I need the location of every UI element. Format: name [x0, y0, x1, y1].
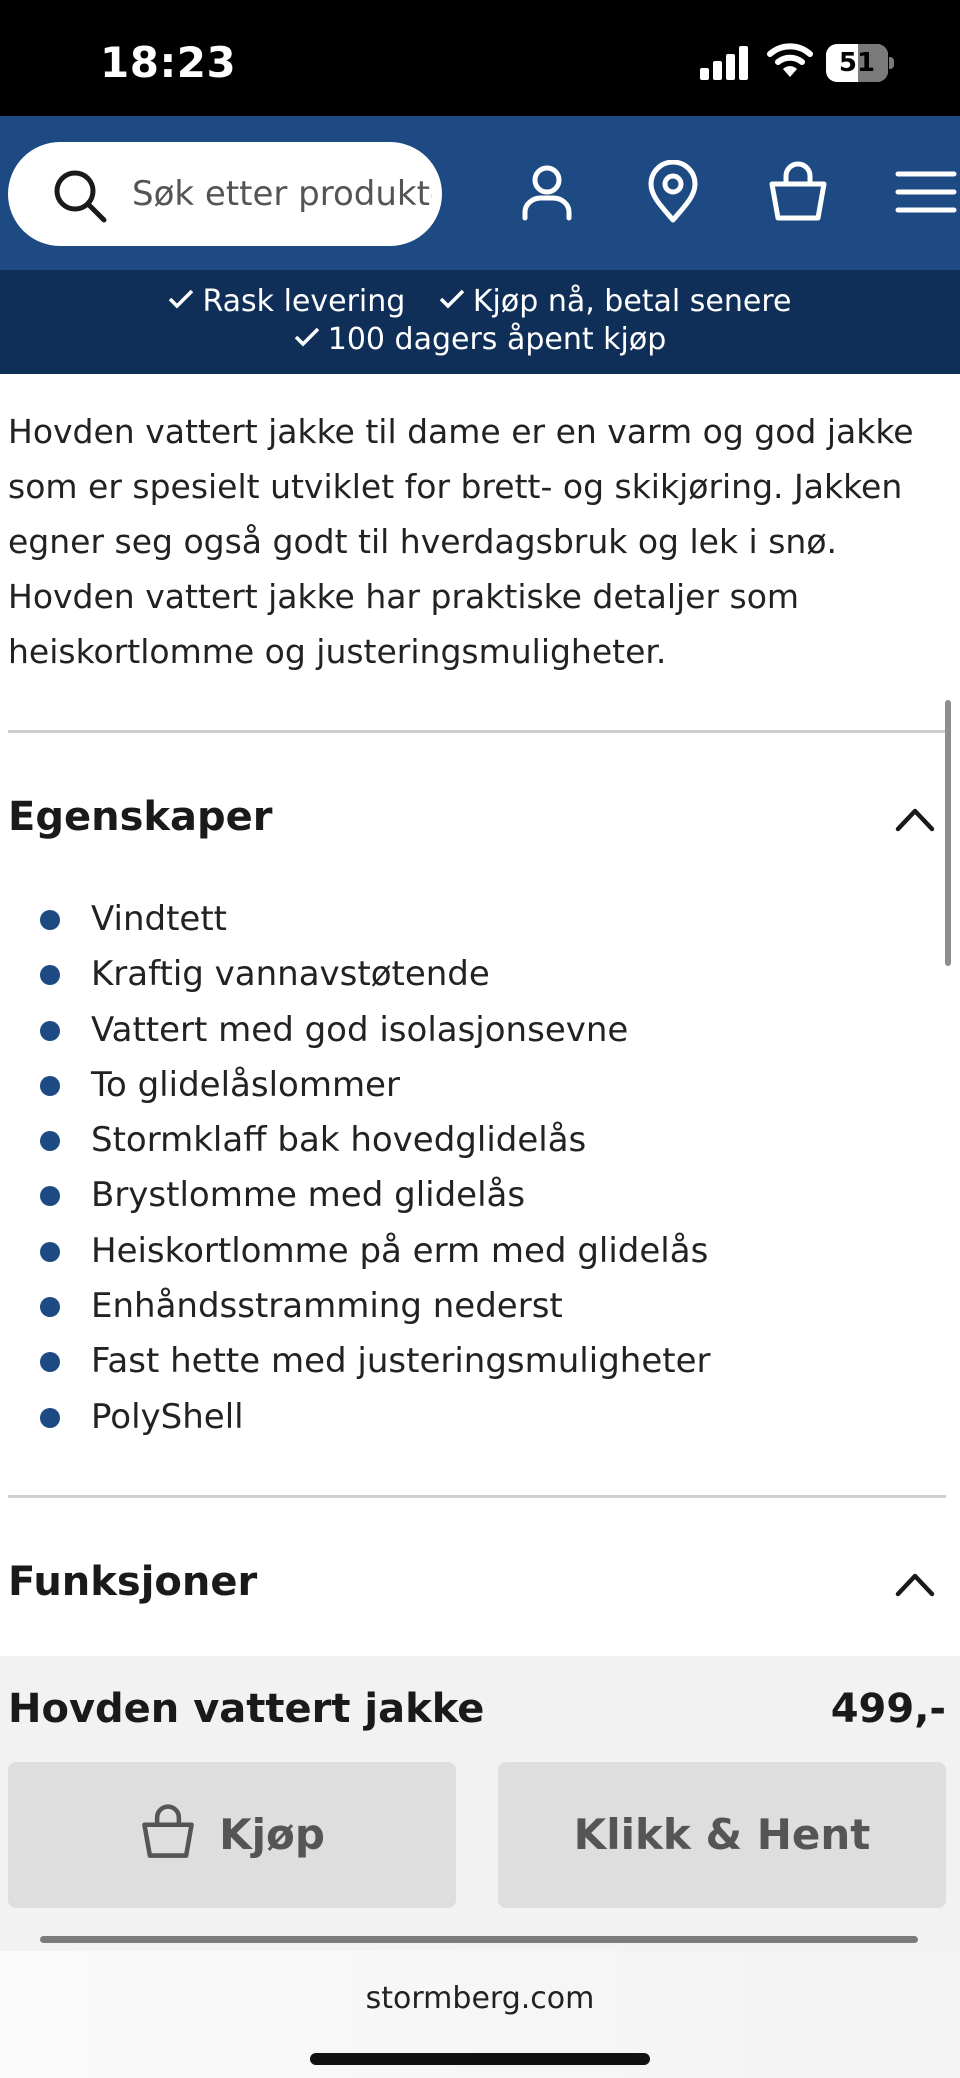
click-and-collect-button[interactable]: Klikk & Hent — [498, 1762, 946, 1908]
features-list: Vindtett Kraftig vannavstøtende Vattert … — [0, 892, 960, 1445]
list-item: PolyShell — [0, 1390, 960, 1445]
buy-button-label: Kjøp — [219, 1810, 325, 1859]
chevron-up-icon[interactable] — [894, 1570, 936, 1598]
bullet — [40, 1131, 60, 1152]
bullet — [40, 1020, 60, 1041]
usp-label: Rask levering — [202, 284, 406, 319]
cart-icon[interactable] — [766, 160, 830, 224]
functions-section-header[interactable]: Funksjoner — [8, 1559, 257, 1605]
usp-label: 100 dagers åpent kjøp — [327, 322, 667, 357]
battery-level: 51 — [838, 48, 876, 78]
store-location-icon[interactable] — [641, 160, 705, 224]
bullet — [40, 1241, 60, 1262]
bullet — [40, 1186, 60, 1207]
list-item: Kraftig vannavstøtende — [0, 947, 960, 1002]
search-input[interactable] — [132, 160, 432, 228]
usp-item: 100 dagers åpent kjøp — [294, 322, 667, 357]
status-time: 18:23 — [100, 38, 237, 87]
bullet — [40, 1075, 60, 1096]
list-item: Stormklaff bak hovedglidelås — [0, 1113, 960, 1168]
site-header — [0, 116, 960, 270]
click-and-collect-label: Klikk & Hent — [573, 1810, 871, 1859]
list-item: To glidelåslommer — [0, 1058, 960, 1113]
wifi-icon — [767, 43, 813, 77]
bullet — [40, 965, 60, 986]
product-name: Hovden vattert jakke — [8, 1686, 485, 1732]
browser-bottom-bar: stormberg.com — [0, 1951, 960, 2078]
home-indicator[interactable] — [310, 2053, 650, 2065]
divider — [8, 730, 946, 733]
page-scrollbar[interactable] — [945, 700, 951, 966]
buy-button[interactable]: Kjøp — [8, 1762, 456, 1908]
panel-divider — [40, 1936, 918, 1943]
address-bar-url[interactable]: stormberg.com — [0, 1981, 960, 2016]
list-item: Enhåndsstramming nederst — [0, 1279, 960, 1334]
usp-item: Rask levering — [168, 284, 405, 319]
sticky-product-panel: Hovden vattert jakke 499,- Kjøp Klikk & … — [0, 1656, 960, 1951]
features-section-header[interactable]: Egenskaper — [8, 794, 272, 840]
list-item: Brystlomme med glidelås — [0, 1168, 960, 1223]
search-icon[interactable] — [52, 168, 108, 224]
search-box[interactable] — [8, 142, 442, 246]
chevron-up-icon[interactable] — [894, 805, 936, 833]
divider — [8, 1495, 946, 1498]
bullet — [40, 1407, 60, 1428]
bullet — [40, 1352, 60, 1373]
cellular-signal-icon — [700, 46, 748, 80]
usp-bar: Rask levering Kjøp nå, betal senere 100 … — [0, 270, 960, 374]
battery-icon: 51 — [826, 44, 894, 82]
product-description: Hovden vattert jakke til dame er en varm… — [8, 412, 914, 671]
list-item: Fast hette med justeringsmuligheter — [0, 1334, 960, 1389]
bullet — [40, 1297, 60, 1318]
bullet — [40, 910, 60, 930]
account-icon[interactable] — [515, 160, 579, 224]
usp-label: Kjøp nå, betal senere — [472, 284, 792, 319]
product-price: 499,- — [830, 1686, 946, 1732]
usp-item: Kjøp nå, betal senere — [439, 284, 792, 319]
menu-icon[interactable] — [894, 160, 958, 224]
check-icon — [439, 289, 465, 309]
list-item: Heiskortlomme på erm med glidelås — [0, 1224, 960, 1279]
status-bar: 18:23 51 — [0, 0, 960, 116]
check-icon — [294, 327, 319, 347]
check-icon — [169, 289, 194, 309]
list-item: Vindtett — [0, 892, 960, 947]
list-item: Vattert med god isolasjonsevne — [0, 1003, 960, 1058]
shopping-bag-icon — [142, 1804, 194, 1858]
